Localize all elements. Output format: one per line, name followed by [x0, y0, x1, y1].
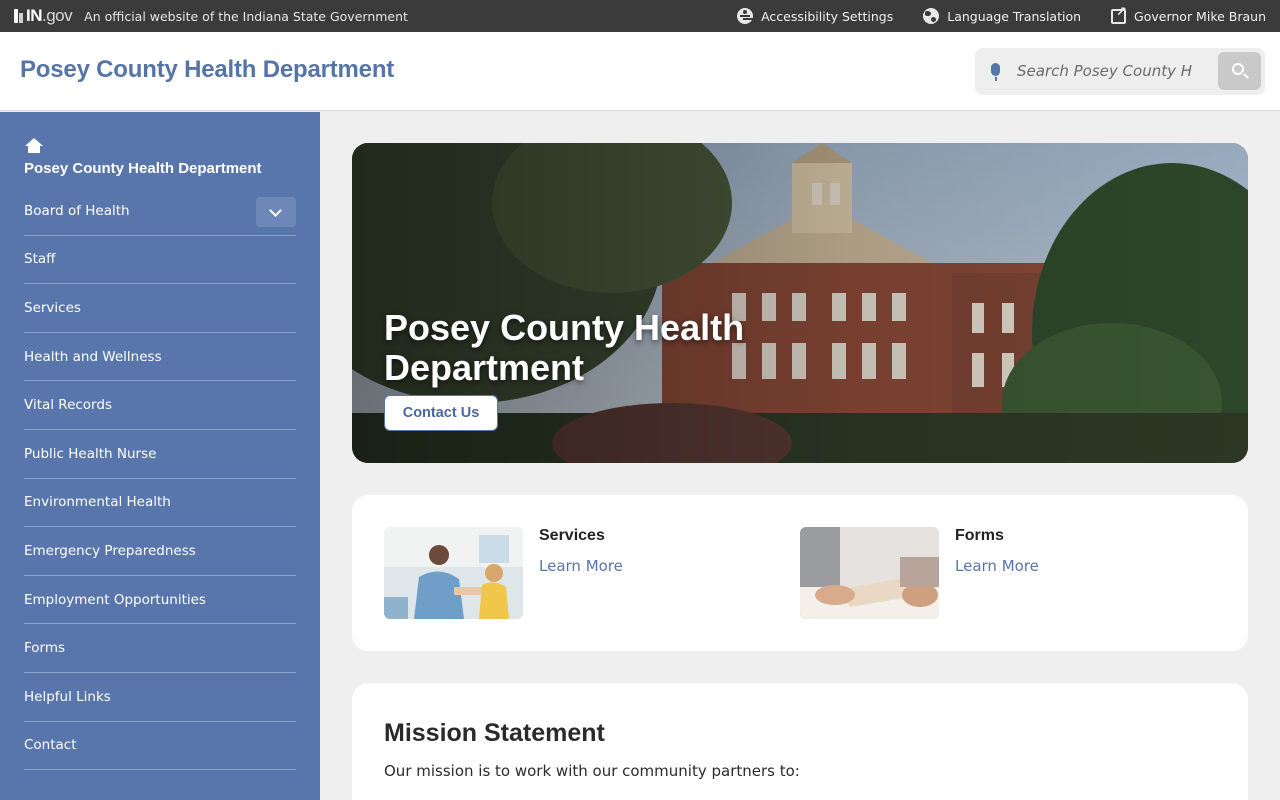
- mission-title: Mission Statement: [384, 719, 605, 747]
- sidebar-item-label: Forms: [24, 640, 66, 657]
- globe-icon: [923, 8, 940, 24]
- sidebar-item-public-health-nurse[interactable]: Public Health Nurse: [24, 430, 296, 479]
- sidebar-item-label: Board of Health: [24, 202, 130, 219]
- sidebar-item-vital-records[interactable]: Vital Records: [24, 381, 296, 430]
- sidebar-nav: Posey County Health Department Board of …: [0, 112, 320, 800]
- sidebar-item-staff[interactable]: Staff: [24, 236, 296, 285]
- accessibility-settings-label: Accessibility Settings: [761, 8, 894, 24]
- top-links: Accessibility Settings Language Translat…: [707, 0, 1266, 32]
- language-translation-link[interactable]: Language Translation: [923, 8, 1081, 24]
- sidebar-menu: Board of Health Staff Services Health an…: [24, 187, 296, 771]
- board-of-health-expand-button[interactable]: [256, 197, 296, 227]
- services-image[interactable]: [384, 527, 523, 619]
- sidebar-item-label: Emergency Preparedness: [24, 542, 196, 559]
- forms-learn-more-link[interactable]: Learn More: [955, 557, 1039, 575]
- forms-card[interactable]: Forms Learn More: [800, 527, 1200, 619]
- logo-gov-text: .gov: [42, 6, 73, 25]
- language-translation-label: Language Translation: [947, 8, 1082, 24]
- sidebar-item-services[interactable]: Services: [24, 284, 296, 333]
- forms-card-title: Forms: [955, 527, 1004, 544]
- sidebar-item-label: Vital Records: [24, 397, 112, 414]
- logo-in-text: IN: [26, 6, 43, 25]
- in-gov-logo-icon: [14, 7, 24, 25]
- sidebar-item-emergency-preparedness[interactable]: Emergency Preparedness: [24, 527, 296, 576]
- sidebar-item-forms[interactable]: Forms: [24, 624, 296, 673]
- sidebar-home-link[interactable]: Posey County Health Department: [24, 160, 262, 177]
- accessibility-settings-link[interactable]: Accessibility Settings: [737, 8, 893, 24]
- contact-us-button[interactable]: Contact Us: [384, 395, 498, 431]
- state-banner: IN .gov An official website of the Indian…: [0, 0, 1280, 32]
- search-input[interactable]: [1017, 56, 1192, 86]
- hero-banner: Posey County Health Department Contact U…: [352, 143, 1248, 463]
- sidebar-item-contact[interactable]: Contact: [24, 722, 296, 771]
- governor-label: Governor Mike Braun: [1134, 8, 1266, 24]
- site-title[interactable]: Posey County Health Department: [20, 56, 394, 84]
- services-card-title: Services: [539, 527, 605, 544]
- chevron-down-icon: [269, 204, 282, 217]
- mission-statement-section: Mission Statement Our mission is to work…: [352, 683, 1248, 800]
- sidebar-item-label: Helpful Links: [24, 688, 111, 705]
- search-box: [975, 48, 1265, 95]
- in-gov-logo[interactable]: IN .gov: [14, 6, 73, 26]
- microphone-icon[interactable]: [991, 63, 1000, 81]
- services-learn-more-link[interactable]: Learn More: [539, 557, 623, 575]
- sidebar-item-label: Public Health Nurse: [24, 445, 157, 462]
- sidebar-item-health-and-wellness[interactable]: Health and Wellness: [24, 333, 296, 382]
- search-icon: [1232, 63, 1244, 75]
- sidebar-item-label: Contact: [24, 737, 77, 754]
- sidebar-item-helpful-links[interactable]: Helpful Links: [24, 673, 296, 722]
- home-icon[interactable]: [25, 138, 43, 154]
- sidebar-item-label: Environmental Health: [24, 494, 171, 511]
- search-button[interactable]: [1218, 52, 1261, 90]
- sidebar-item-label: Staff: [24, 251, 56, 268]
- sidebar-item-environmental-health[interactable]: Environmental Health: [24, 479, 296, 528]
- sidebar-item-label: Employment Opportunities: [24, 591, 206, 608]
- services-card[interactable]: Services Learn More: [384, 527, 784, 619]
- hero-title: Posey County Health Department: [384, 307, 745, 388]
- sidebar-item-board-of-health[interactable]: Board of Health: [24, 187, 296, 236]
- sidebar-item-label: Services: [24, 299, 81, 316]
- forms-image[interactable]: [800, 527, 939, 619]
- sidebar-item-employment-opportunities[interactable]: Employment Opportunities: [24, 576, 296, 625]
- accessibility-icon: [737, 8, 754, 24]
- site-header: Posey County Health Department: [0, 32, 1280, 111]
- governor-link[interactable]: Governor Mike Braun: [1111, 5, 1266, 24]
- quick-links-panel: Services Learn More Forms Learn More: [352, 495, 1248, 651]
- mission-text: Our mission is to work with our communit…: [384, 762, 800, 780]
- external-link-icon: [1111, 5, 1127, 24]
- official-website-text: An official website of the Indiana State…: [84, 8, 408, 24]
- sidebar-item-label: Health and Wellness: [24, 348, 162, 365]
